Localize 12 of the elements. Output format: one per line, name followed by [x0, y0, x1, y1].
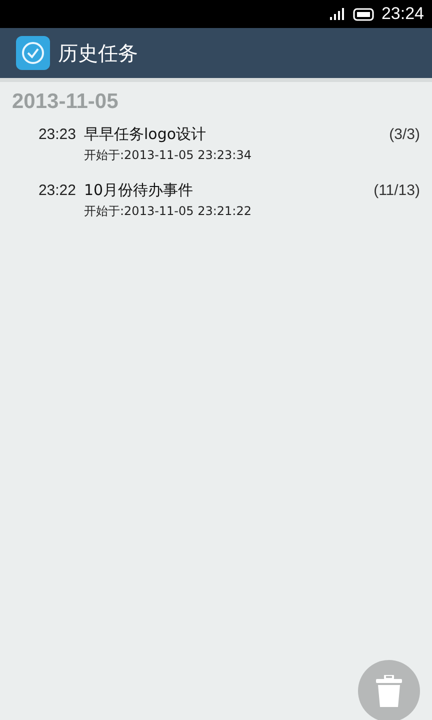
trash-icon	[376, 675, 402, 707]
app-title: 历史任务	[58, 40, 138, 67]
task-title[interactable]: 早早任务logo设计	[84, 124, 390, 144]
app-logo-icon	[16, 36, 50, 70]
task-start-time: 开始于:2013-11-05 23:23:34	[84, 146, 252, 164]
status-time: 23:24	[381, 3, 424, 26]
battery-icon	[353, 8, 376, 20]
date-header: 2013-11-05	[11, 89, 120, 115]
task-time: 23:22	[37, 180, 77, 200]
task-time: 23:23	[37, 124, 77, 144]
task-title[interactable]: 10月份待办事件	[84, 180, 374, 200]
task-start-time: 开始于:2013-11-05 23:21:22	[84, 202, 252, 220]
